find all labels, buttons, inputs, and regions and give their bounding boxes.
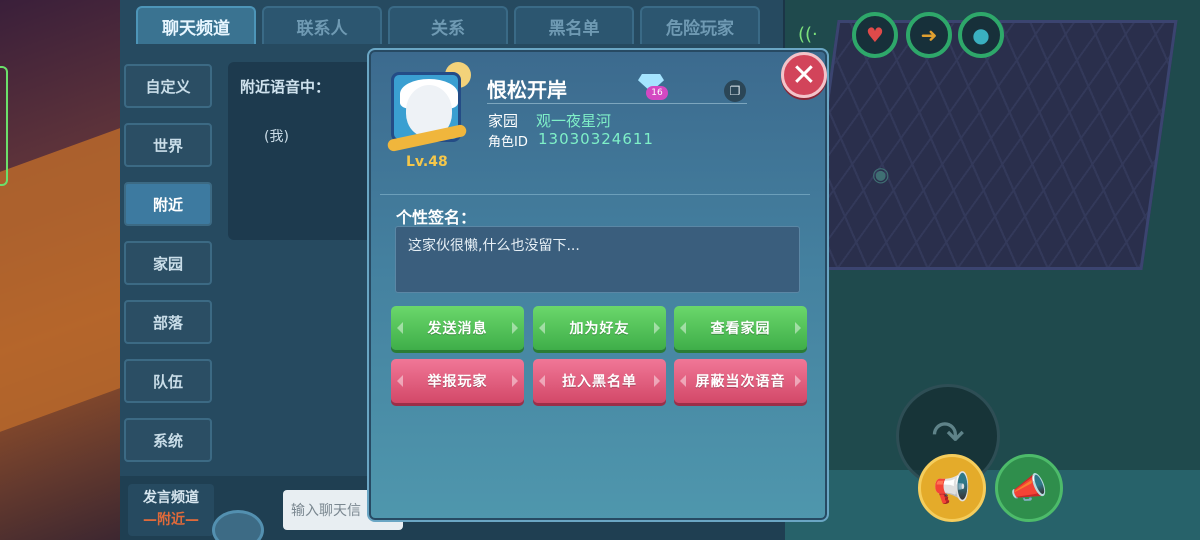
avatar[interactable] (386, 62, 471, 160)
sidebar-item-team[interactable]: 队伍 (124, 359, 212, 403)
tab-dangerous-players[interactable]: 危险玩家 (640, 6, 760, 44)
player-name: 恨松开岸 (487, 78, 567, 102)
signature-box: 这家伙很懒,什么也没留下... (395, 226, 800, 293)
voice-megaphone-icon[interactable]: 📣 (995, 454, 1063, 522)
scene-floor (802, 20, 1178, 270)
sidebar-item-nearby[interactable]: 附近 (124, 182, 212, 226)
close-icon[interactable]: ✕ (781, 52, 827, 98)
channel-sidebar: 自定义 世界 附近 家园 部落 队伍 系统 (124, 64, 214, 477)
speak-channel-selector[interactable]: 发言频道 —附近— (128, 484, 214, 536)
report-player-button[interactable]: 举报玩家 (391, 359, 524, 403)
role-id-value: 13030324611 (538, 130, 654, 148)
name-divider (487, 103, 747, 104)
nearby-voice-self: (我) (264, 129, 289, 145)
sidebar-item-custom[interactable]: 自定义 (124, 64, 212, 108)
sidebar-item-system[interactable]: 系统 (124, 418, 212, 462)
copy-icon[interactable]: ❐ (724, 80, 746, 102)
hunger-icon: ➜ (906, 12, 952, 58)
tab-chat-channel[interactable]: 聊天频道 (136, 6, 256, 44)
speak-channel-value: —附近— (143, 512, 199, 528)
badge-number: 16 (646, 86, 668, 100)
sidebar-item-home[interactable]: 家园 (124, 241, 212, 285)
sidebar-item-tribe[interactable]: 部落 (124, 300, 212, 344)
add-friend-button[interactable]: 加为好友 (533, 306, 666, 350)
blacklist-button[interactable]: 拉入黑名单 (533, 359, 666, 403)
mute-voice-button[interactable]: 屏蔽当次语音 (674, 359, 807, 403)
signature-label: 个性签名： (396, 208, 477, 227)
player-level: Lv.48 (406, 154, 448, 170)
view-home-button[interactable]: 查看家园 (674, 306, 807, 350)
home-label: 家园 (488, 112, 519, 130)
eye-icon[interactable]: ◉ (872, 162, 902, 186)
send-message-button[interactable]: 发送消息 (391, 306, 524, 350)
scene-block (0, 128, 120, 432)
section-divider (380, 194, 810, 195)
chat-tabs: 聊天频道 联系人 关系 黑名单 危险玩家 (136, 6, 760, 44)
signal-icon: ((· (798, 24, 818, 45)
side-drawer-handle[interactable] (0, 66, 8, 186)
water-icon: ● (958, 12, 1004, 58)
vip-badge-icon: 16 (636, 72, 670, 102)
tab-blacklist[interactable]: 黑名单 (514, 6, 634, 44)
role-id-label: 角色ID (488, 135, 528, 150)
scene-floor-lower (780, 470, 1200, 540)
heart-icon: ♥ (852, 12, 898, 58)
nearby-voice-title: 附近语音中： (240, 78, 331, 96)
tab-relations[interactable]: 关系 (388, 6, 508, 44)
tab-contacts[interactable]: 联系人 (262, 6, 382, 44)
sidebar-item-world[interactable]: 世界 (124, 123, 212, 167)
home-value: 观一夜星河 (536, 112, 612, 130)
megaphone-icon[interactable]: 📢 (918, 454, 986, 522)
speak-channel-title: 发言频道 (143, 490, 199, 506)
